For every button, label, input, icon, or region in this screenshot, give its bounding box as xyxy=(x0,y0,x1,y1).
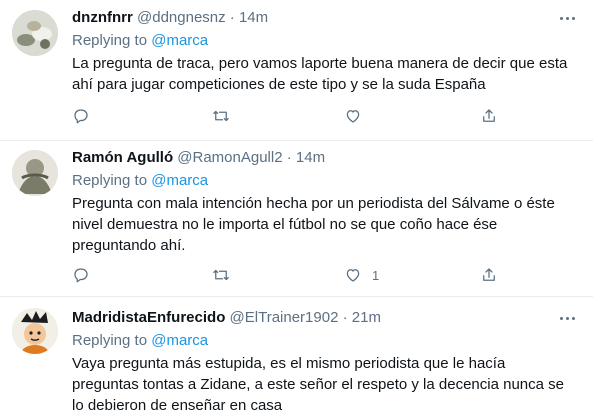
replying-to-label: Replying to xyxy=(72,172,148,189)
timestamp[interactable]: 21m xyxy=(352,309,381,326)
replying-to: Replying to @marca xyxy=(72,331,208,351)
replying-to-link[interactable]: @marca xyxy=(151,172,208,189)
share-button[interactable] xyxy=(480,265,498,285)
display-name[interactable]: Ramón Agulló xyxy=(72,149,173,166)
more-icon[interactable] xyxy=(555,308,579,328)
replying-to-label: Replying to xyxy=(72,32,148,49)
tweet-text: La pregunta de traca, pero vamos laporte… xyxy=(72,55,568,93)
tweet-header: Ramón Agulló @RamonAgull2 · 14m xyxy=(72,148,325,168)
like-button[interactable]: 1 xyxy=(344,265,379,285)
share-icon xyxy=(483,109,495,122)
avatar[interactable] xyxy=(12,10,58,56)
tweet-1[interactable]: dnznfnrr @ddngnesnz · 14m Replying to @m… xyxy=(0,0,593,140)
retweet-button[interactable] xyxy=(212,265,230,285)
like-button[interactable] xyxy=(344,106,372,126)
separator-dot: · xyxy=(229,9,235,26)
tweet-text: Vaya pregunta más estupida, es el mismo … xyxy=(72,355,564,414)
display-name[interactable]: dnznfnrr xyxy=(72,9,133,26)
tweet-actions xyxy=(72,106,502,126)
tweet-header: dnznfnrr @ddngnesnz · 14m xyxy=(72,8,268,28)
avatar[interactable] xyxy=(12,150,58,196)
timestamp[interactable]: 14m xyxy=(296,149,325,166)
tweet-actions: 1 xyxy=(72,265,502,285)
replying-to: Replying to @marca xyxy=(72,171,208,191)
more-icon[interactable] xyxy=(555,8,579,28)
replying-to-link[interactable]: @marca xyxy=(151,332,208,349)
tweet-2[interactable]: Ramón Agulló @RamonAgull2 · 14m Replying… xyxy=(0,141,593,296)
user-handle[interactable]: @RamonAgull2 xyxy=(177,149,282,166)
replying-to-link[interactable]: @marca xyxy=(151,32,208,49)
like-icon xyxy=(346,110,360,123)
share-button[interactable] xyxy=(480,106,498,126)
retweet-icon xyxy=(213,110,229,122)
reply-button[interactable] xyxy=(72,265,90,285)
reply-icon xyxy=(74,109,88,124)
replying-to: Replying to @marca xyxy=(72,31,208,51)
separator-dot: · xyxy=(286,149,292,166)
user-handle[interactable]: @ElTrainer1902 xyxy=(230,309,339,326)
reply-icon xyxy=(74,268,88,283)
timestamp[interactable]: 14m xyxy=(239,9,268,26)
tweet-text: Pregunta con mala intención hecha por un… xyxy=(72,195,555,254)
tweet-header: MadridistaEnfurecido @ElTrainer1902 · 21… xyxy=(72,308,381,328)
retweet-icon xyxy=(213,269,229,281)
separator-dot: · xyxy=(342,309,348,326)
reply-button[interactable] xyxy=(72,106,90,126)
avatar[interactable] xyxy=(12,308,58,354)
retweet-button[interactable] xyxy=(212,106,230,126)
like-icon xyxy=(346,269,360,282)
like-count: 1 xyxy=(372,267,380,283)
share-icon xyxy=(483,268,495,281)
user-handle[interactable]: @ddngnesnz xyxy=(137,9,226,26)
tweet-3[interactable]: MadridistaEnfurecido @ElTrainer1902 · 21… xyxy=(0,297,593,415)
replying-to-label: Replying to xyxy=(72,332,148,349)
display-name[interactable]: MadridistaEnfurecido xyxy=(72,309,225,326)
